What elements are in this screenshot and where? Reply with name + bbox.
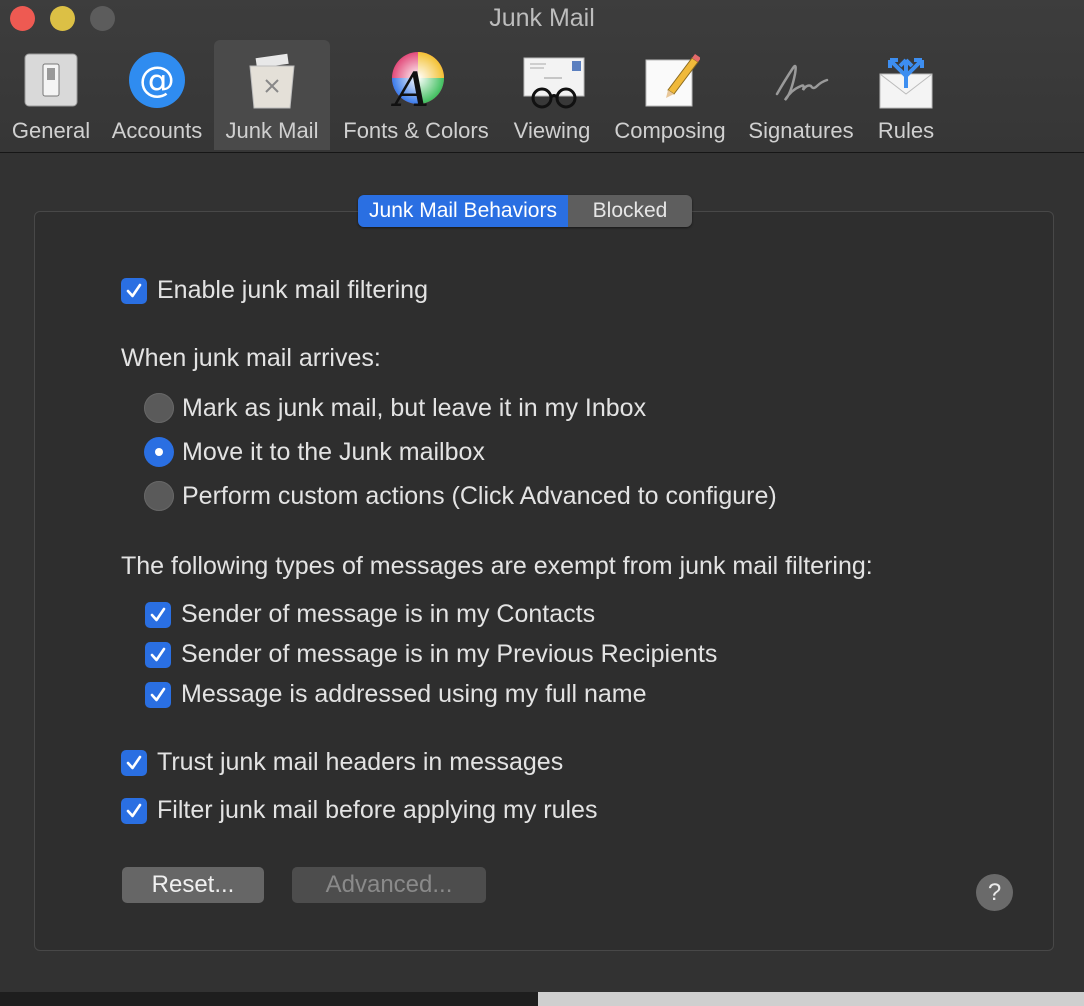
radio-label: Move it to the Junk mailbox [182, 437, 485, 466]
radio-row-mark-junk[interactable]: Mark as junk mail, but leave it in my In… [144, 393, 646, 423]
checkmark-icon [126, 283, 142, 297]
toolbar-label: Accounts [111, 118, 203, 143]
at-sign-icon: @ [127, 50, 187, 110]
preferences-window: Junk Mail General @ Accounts Junk Mail A… [0, 0, 1084, 1006]
general-switch-icon [21, 50, 81, 110]
radio-mark-junk[interactable] [144, 393, 174, 423]
trust-headers-label: Trust junk mail headers in messages [157, 748, 564, 776]
checkmark-icon [126, 803, 142, 817]
envelope-arrows-icon [876, 50, 936, 110]
enable-filtering-checkbox[interactable] [121, 277, 147, 304]
toolbar-label: Rules [877, 118, 935, 143]
toolbar-accounts[interactable]: @ Accounts [104, 40, 210, 150]
radio-row-move-junk[interactable]: Move it to the Junk mailbox [144, 437, 485, 467]
toolbar-composing[interactable]: Composing [606, 40, 734, 150]
toolbar-label: General [11, 118, 91, 143]
exempt-previous-recipients-checkbox[interactable] [145, 641, 171, 668]
filter-before-rules-row[interactable]: Filter junk mail before applying my rule… [121, 796, 597, 825]
svg-text:@: @ [139, 60, 175, 101]
titlebar: Junk Mail General @ Accounts Junk Mail A… [0, 0, 1084, 153]
radio-custom-actions[interactable] [144, 481, 174, 511]
exempt-row-previous-recipients[interactable]: Sender of message is in my Previous Reci… [145, 640, 717, 669]
paper-pencil-icon [640, 50, 701, 110]
exempt-full-name-checkbox[interactable] [145, 681, 171, 708]
trash-can-icon [242, 50, 302, 110]
toolbar-label: Composing [614, 118, 726, 143]
checkmark-icon [150, 607, 166, 621]
exempt-heading-row: The following types of messages are exem… [121, 552, 873, 581]
toolbar-label: Junk Mail [225, 118, 319, 143]
toolbar-signatures[interactable]: Signatures [740, 40, 862, 150]
radio-move-junk[interactable] [144, 437, 174, 467]
trust-headers-row[interactable]: Trust junk mail headers in messages [121, 748, 563, 777]
tab-junk-mail-behaviors[interactable]: Junk Mail Behaviors [358, 195, 568, 227]
toolbar-label: Signatures [748, 118, 854, 143]
toolbar-viewing[interactable]: Viewing [504, 40, 600, 150]
signature-icon [771, 50, 831, 110]
window-title: Junk Mail [489, 4, 595, 32]
exempt-heading: The following types of messages are exem… [121, 552, 873, 580]
exempt-row-contacts[interactable]: Sender of message is in my Contacts [145, 600, 595, 629]
filter-before-rules-checkbox[interactable] [121, 797, 147, 824]
exempt-contacts-checkbox[interactable] [145, 601, 171, 628]
enable-filtering-row[interactable]: Enable junk mail filtering [121, 276, 428, 305]
toolbar-label: Viewing [513, 118, 591, 143]
svg-text:A: A [391, 62, 430, 110]
exempt-previous-recipients-label: Sender of message is in my Previous Reci… [181, 640, 718, 668]
arrives-heading-row: When junk mail arrives: [121, 344, 381, 373]
bottom-edge-light [538, 992, 1084, 1006]
envelope-glasses-icon [522, 50, 585, 110]
help-button[interactable]: ? [976, 874, 1013, 911]
reset-button[interactable]: Reset... [122, 867, 264, 903]
toolbar-general[interactable]: General [4, 40, 98, 150]
exempt-full-name-label: Message is addressed using my full name [181, 680, 647, 708]
exempt-contacts-label: Sender of message is in my Contacts [181, 600, 596, 628]
enable-filtering-label: Enable junk mail filtering [157, 276, 428, 304]
trust-headers-checkbox[interactable] [121, 749, 147, 776]
tab-blocked[interactable]: Blocked [568, 195, 692, 227]
radio-row-custom-actions[interactable]: Perform custom actions (Click Advanced t… [144, 481, 777, 511]
font-color-wheel-icon: A [386, 50, 446, 118]
checkmark-icon [150, 687, 166, 701]
settings-panel [34, 211, 1054, 951]
exempt-row-full-name[interactable]: Message is addressed using my full name [145, 680, 647, 709]
advanced-button[interactable]: Advanced... [292, 867, 486, 903]
bottom-edge [0, 992, 1084, 1006]
arrives-heading: When junk mail arrives: [121, 344, 381, 372]
checkmark-icon [126, 755, 142, 769]
toolbar-junk-mail[interactable]: Junk Mail [214, 40, 330, 150]
tab-control: Junk Mail Behaviors Blocked [358, 195, 692, 227]
toolbar-fonts-colors[interactable]: A Fonts & Colors [334, 40, 498, 150]
checkmark-icon [150, 647, 166, 661]
toolbar-label: Fonts & Colors [343, 118, 489, 143]
radio-label: Perform custom actions (Click Advanced t… [182, 481, 777, 510]
radio-label: Mark as junk mail, but leave it in my In… [182, 393, 647, 422]
filter-before-rules-label: Filter junk mail before applying my rule… [157, 796, 598, 824]
toolbar-rules[interactable]: Rules [866, 40, 946, 150]
